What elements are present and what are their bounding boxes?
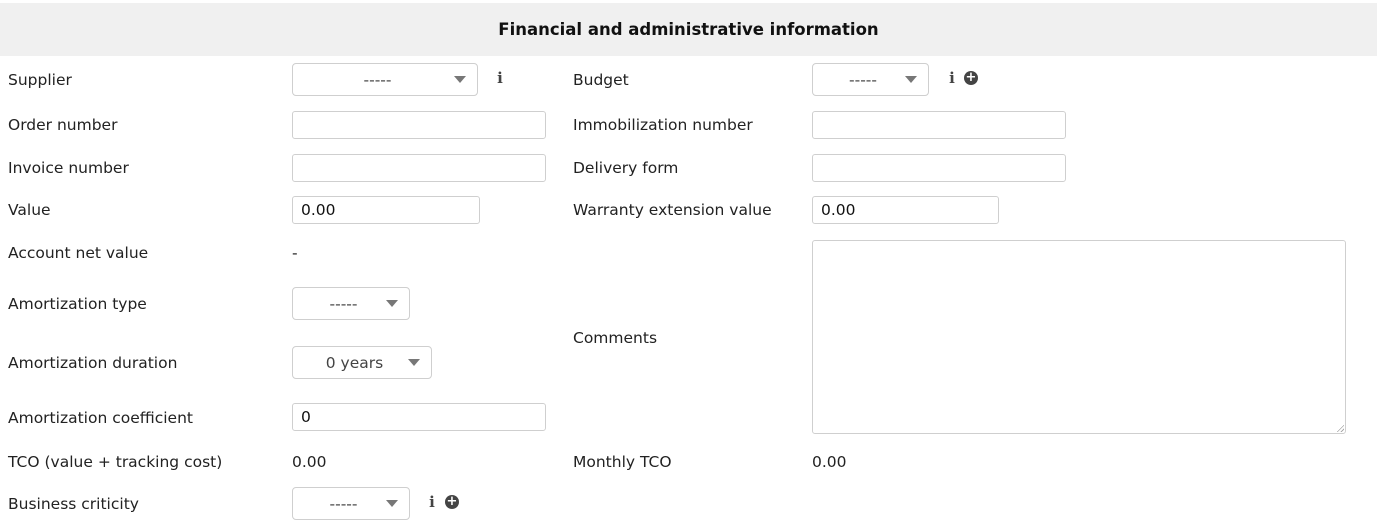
resize-handle-icon[interactable]	[1336, 424, 1344, 432]
amortization-coefficient-input[interactable]	[292, 403, 546, 431]
warranty-extension-value-label: Warranty extension value	[573, 201, 772, 219]
amortization-duration-select[interactable]: 0 years	[292, 346, 432, 379]
invoice-number-input[interactable]	[292, 154, 546, 182]
budget-select[interactable]: -----	[812, 63, 929, 96]
account-net-value: -	[292, 244, 298, 262]
tco-label: TCO (value + tracking cost)	[8, 453, 223, 471]
supplier-label: Supplier	[8, 71, 72, 89]
invoice-number-label: Invoice number	[8, 159, 129, 177]
tco-value: 0.00	[292, 453, 327, 471]
business-criticity-select-value: -----	[329, 494, 358, 513]
warranty-extension-value-input[interactable]	[812, 196, 999, 224]
immobilization-number-input[interactable]	[812, 111, 1066, 139]
section-header: Financial and administrative information	[0, 3, 1377, 56]
amortization-type-select-value: -----	[329, 294, 358, 313]
delivery-form-label: Delivery form	[573, 159, 679, 177]
budget-select-value: -----	[849, 70, 877, 89]
add-icon[interactable]: +	[445, 495, 459, 509]
supplier-select[interactable]: -----	[292, 63, 478, 96]
immobilization-number-label: Immobilization number	[573, 116, 753, 134]
chevron-down-icon	[408, 359, 420, 366]
section-title: Financial and administrative information	[498, 20, 879, 39]
business-criticity-label: Business criticity	[8, 495, 139, 513]
info-icon[interactable]: i	[427, 493, 437, 511]
amortization-type-label: Amortization type	[8, 295, 147, 313]
comments-textarea[interactable]	[812, 240, 1346, 434]
budget-label: Budget	[573, 71, 629, 89]
business-criticity-select[interactable]: -----	[292, 487, 410, 520]
comments-label: Comments	[573, 329, 658, 347]
order-number-label: Order number	[8, 116, 118, 134]
order-number-input[interactable]	[292, 111, 546, 139]
account-net-value-label: Account net value	[8, 244, 149, 262]
chevron-down-icon	[454, 76, 466, 83]
monthly-tco-label: Monthly TCO	[573, 453, 672, 471]
chevron-down-icon	[386, 500, 398, 507]
monthly-tco-value: 0.00	[812, 453, 847, 471]
amortization-type-select[interactable]: -----	[292, 287, 410, 320]
info-icon[interactable]: i	[495, 69, 505, 87]
chevron-down-icon	[386, 300, 398, 307]
supplier-select-value: -----	[363, 70, 392, 89]
amortization-coefficient-label: Amortization coefficient	[8, 409, 193, 427]
add-icon[interactable]: +	[964, 71, 978, 85]
chevron-down-icon	[905, 76, 917, 83]
value-input[interactable]	[292, 196, 480, 224]
value-label: Value	[8, 201, 51, 219]
info-icon[interactable]: i	[947, 69, 957, 87]
delivery-form-input[interactable]	[812, 154, 1066, 182]
amortization-duration-label: Amortization duration	[8, 354, 178, 372]
amortization-duration-select-value: 0 years	[325, 353, 384, 372]
